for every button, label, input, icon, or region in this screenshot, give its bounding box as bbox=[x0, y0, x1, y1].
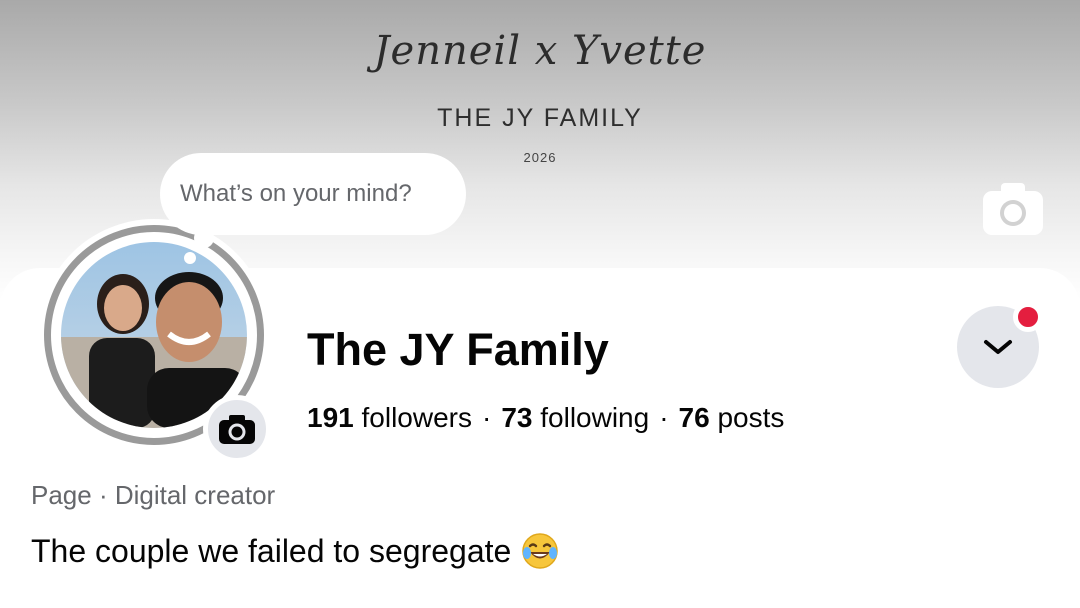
bubble-placeholder: What’s on your mind? bbox=[180, 180, 412, 207]
cover-camera-icon[interactable] bbox=[983, 183, 1043, 235]
posts-count: 76 bbox=[678, 402, 710, 433]
stats-separator: · bbox=[481, 402, 492, 433]
followers-label: followers bbox=[361, 402, 472, 433]
following-label: following bbox=[540, 402, 650, 433]
following-count: 73 bbox=[501, 402, 533, 433]
face-with-tears-of-joy-icon bbox=[521, 532, 559, 570]
notification-dot bbox=[1013, 302, 1043, 332]
page-category: Page · Digital creator bbox=[31, 480, 276, 510]
posts-link[interactable]: 76 posts bbox=[679, 402, 785, 433]
cover-year-text: 2026 bbox=[523, 150, 557, 165]
bubble-tail bbox=[194, 228, 214, 248]
cover-script-text: Jenneil x Yvette bbox=[373, 28, 707, 74]
profile-stats: 191 followers · 73 following · 76 posts bbox=[307, 402, 784, 434]
posts-label: posts bbox=[717, 402, 785, 433]
cover-family-text: THE JY FAMILY bbox=[437, 104, 643, 132]
stats-separator: · bbox=[659, 402, 669, 433]
whats-on-your-mind-bubble[interactable]: What’s on your mind? bbox=[160, 153, 466, 235]
followers-count: 191 bbox=[307, 402, 354, 433]
profile-bio: The couple we failed to segregate bbox=[31, 532, 559, 570]
chevron-down-icon bbox=[984, 340, 1012, 354]
followers-link[interactable]: 191 followers bbox=[307, 402, 472, 433]
page-title: The JY Family bbox=[307, 324, 609, 375]
bubble-tail-small bbox=[184, 252, 196, 264]
avatar-camera-icon[interactable] bbox=[203, 395, 271, 463]
bio-text: The couple we failed to segregate bbox=[31, 532, 512, 569]
following-link[interactable]: 73 following bbox=[501, 402, 649, 433]
